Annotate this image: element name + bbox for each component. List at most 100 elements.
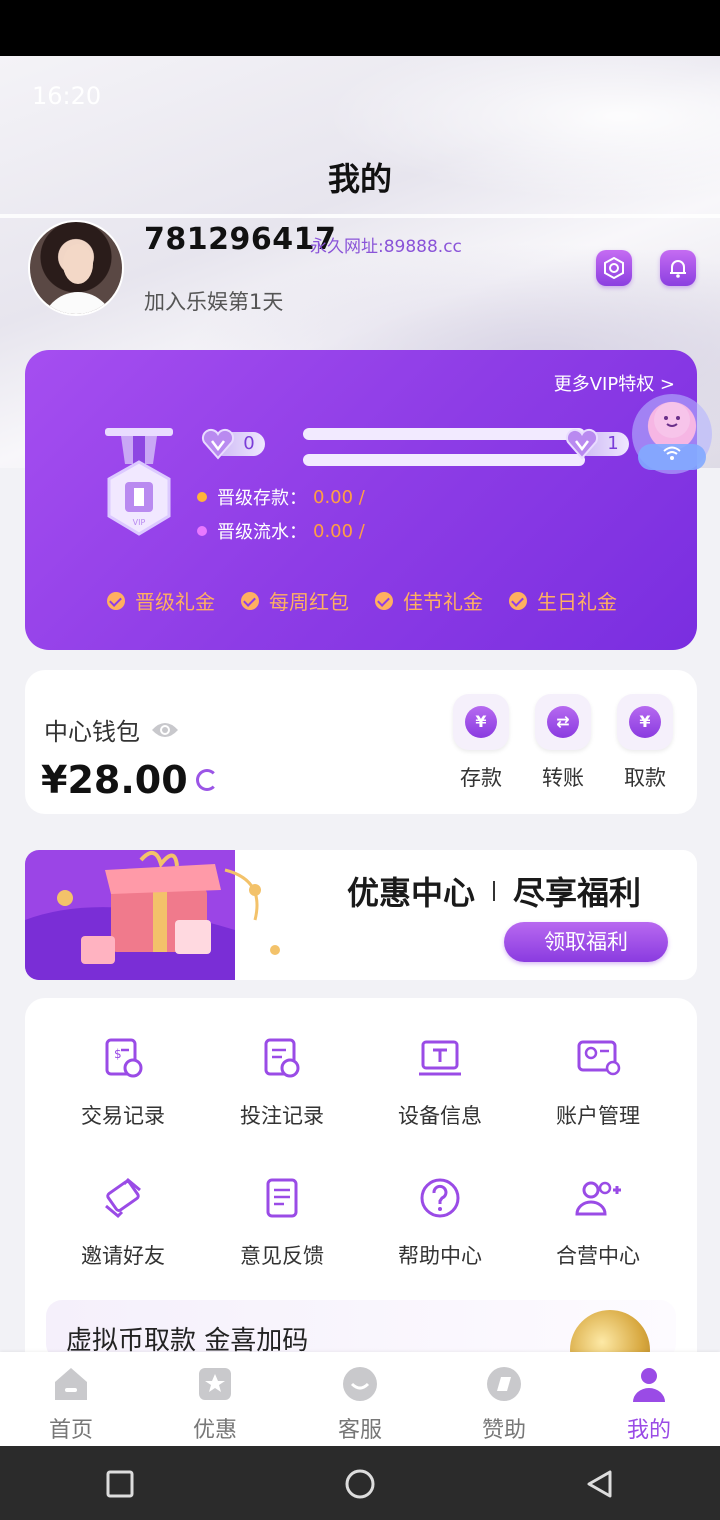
upgrade-deposit-label: 晋级存款： xyxy=(217,488,307,509)
tab-support[interactable]: 客服 xyxy=(315,1364,405,1444)
tab-label: 首页 xyxy=(48,1418,93,1443)
sponsor-icon xyxy=(487,1367,521,1401)
perk-label: 每周红包 xyxy=(269,590,349,614)
avatar-shoulders xyxy=(42,292,114,314)
check-icon xyxy=(107,591,125,610)
vip-medal-icon: VIP xyxy=(105,428,173,536)
upgrade-turnover-row: 晋级流水： 0.00 / xyxy=(197,518,365,544)
vip-more-link[interactable]: 更多VIP特权 > xyxy=(554,370,675,396)
settings-button[interactable] xyxy=(596,250,632,286)
home-icon xyxy=(55,1368,87,1400)
check-icon xyxy=(375,591,393,610)
menu-label: 投注记录 xyxy=(240,1104,324,1128)
tab-home[interactable]: 首页 xyxy=(26,1364,116,1444)
deposit-button[interactable]: ¥ 存款 xyxy=(453,694,509,792)
next-level-badge: 1 xyxy=(565,428,629,460)
recent-apps-icon[interactable] xyxy=(104,1468,136,1500)
claim-benefits-button[interactable]: 领取福利 xyxy=(504,922,668,962)
avatar-face xyxy=(63,244,93,284)
vip-heart-icon xyxy=(565,428,599,460)
tab-label: 客服 xyxy=(337,1418,382,1443)
bet-record-icon xyxy=(264,1038,300,1078)
refresh-icon[interactable] xyxy=(195,769,218,791)
transfer-button[interactable]: ⇄ 转账 xyxy=(535,694,591,792)
wallet-balance-row: ¥28.00 xyxy=(41,758,218,802)
promo-title: 优惠中心 尽享福利 xyxy=(347,868,641,914)
menu-label: 设备信息 xyxy=(398,1104,482,1128)
menu-item-transactions[interactable]: $ 交易记录 xyxy=(43,1036,203,1130)
perk-item: 晋级礼金 xyxy=(107,586,215,615)
menu-label: 交易记录 xyxy=(81,1104,165,1128)
menu-item-feedback[interactable]: 意见反馈 xyxy=(202,1176,362,1270)
notification-button[interactable] xyxy=(660,250,696,286)
vip-heart-icon xyxy=(201,428,235,460)
bullet-dot xyxy=(197,492,207,502)
menu-item-help[interactable]: 帮助中心 xyxy=(360,1176,520,1270)
perk-label: 佳节礼金 xyxy=(403,590,483,614)
wallet-title-row: 中心钱包 xyxy=(44,712,180,747)
perk-item: 每周红包 xyxy=(241,586,349,615)
mascot-icon xyxy=(654,402,690,438)
permalink[interactable]: 永久网址:89888.cc xyxy=(310,232,462,257)
upgrade-turnover-label: 晋级流水： xyxy=(217,522,307,543)
promo-icon xyxy=(199,1368,231,1400)
perk-label: 晋级礼金 xyxy=(135,590,215,614)
settings-icon xyxy=(604,257,624,279)
transfer-label: 转账 xyxy=(542,766,584,790)
promo-title-left: 优惠中心 xyxy=(347,874,476,912)
tab-sponsor[interactable]: 赞助 xyxy=(459,1364,549,1444)
top-black-bar xyxy=(0,0,720,56)
invite-friends-icon xyxy=(105,1177,141,1219)
profile-icon xyxy=(633,1368,665,1402)
perk-item: 佳节礼金 xyxy=(375,586,483,615)
join-info: 加入乐娱第1天 xyxy=(144,290,284,314)
bell-icon xyxy=(670,260,686,278)
menu-item-device[interactable]: 设备信息 xyxy=(360,1036,520,1130)
help-center-icon xyxy=(420,1178,460,1218)
feedback-icon xyxy=(266,1178,298,1218)
withdraw-button[interactable]: ¥ 取款 xyxy=(617,694,673,792)
home-nav-icon[interactable] xyxy=(344,1468,376,1500)
perk-label: 生日礼金 xyxy=(537,590,617,614)
menu-label: 账户管理 xyxy=(556,1104,640,1128)
menu-item-account[interactable]: 账户管理 xyxy=(518,1036,678,1130)
page-title: 我的 xyxy=(327,160,392,198)
wallet-card: 中心钱包 ¥28.00 ¥ 存款 ⇄ 转账 ¥ 取款 xyxy=(25,670,697,814)
level-progress-bar-secondary xyxy=(303,454,585,466)
tab-profile[interactable]: 我的 xyxy=(604,1364,694,1444)
deposit-icon: ¥ xyxy=(453,694,509,750)
deposit-label: 存款 xyxy=(460,766,502,790)
floating-assistant-button[interactable] xyxy=(632,394,712,474)
check-icon xyxy=(509,591,527,610)
tab-label: 我的 xyxy=(626,1418,671,1443)
tab-promo[interactable]: 优惠 xyxy=(170,1364,260,1444)
tab-label: 赞助 xyxy=(481,1418,526,1443)
menu-item-partner[interactable]: 合营中心 xyxy=(518,1176,678,1270)
menu-label: 帮助中心 xyxy=(398,1244,482,1268)
promo-banner[interactable]: 优惠中心 尽享福利 领取福利 xyxy=(25,850,697,980)
wifi-icon xyxy=(638,444,706,470)
username: 781296417 xyxy=(144,222,337,257)
check-icon xyxy=(241,591,259,610)
device-info-icon xyxy=(419,1040,461,1076)
menu-item-invite[interactable]: 邀请好友 xyxy=(43,1176,203,1270)
tab-label: 优惠 xyxy=(192,1418,237,1443)
vip-perks: 晋级礼金 每周红包 佳节礼金 生日礼金 xyxy=(107,586,617,615)
back-icon[interactable] xyxy=(584,1468,616,1500)
wallet-balance: ¥28.00 xyxy=(41,758,188,802)
partner-center-icon xyxy=(575,1181,621,1216)
transfer-icon: ⇄ xyxy=(535,694,591,750)
system-navigation-bar xyxy=(0,1446,720,1520)
menu-label: 意见反馈 xyxy=(240,1244,324,1268)
divider xyxy=(493,881,496,901)
bullet-dot xyxy=(197,526,207,536)
bottom-tab-bar: 首页 优惠 客服 赞助 我的 xyxy=(0,1352,720,1446)
eye-icon[interactable] xyxy=(150,720,180,740)
status-time: 16:20 xyxy=(32,82,102,110)
crypto-withdraw-banner[interactable]: 虚拟币取款 金喜加码 xyxy=(46,1300,676,1360)
menu-item-bets[interactable]: 投注记录 xyxy=(202,1036,362,1130)
avatar[interactable] xyxy=(28,220,124,316)
current-level-badge: 0 xyxy=(201,428,265,460)
upgrade-deposit-value: 0.00 / xyxy=(313,486,365,508)
level-progress-bar xyxy=(303,428,585,440)
